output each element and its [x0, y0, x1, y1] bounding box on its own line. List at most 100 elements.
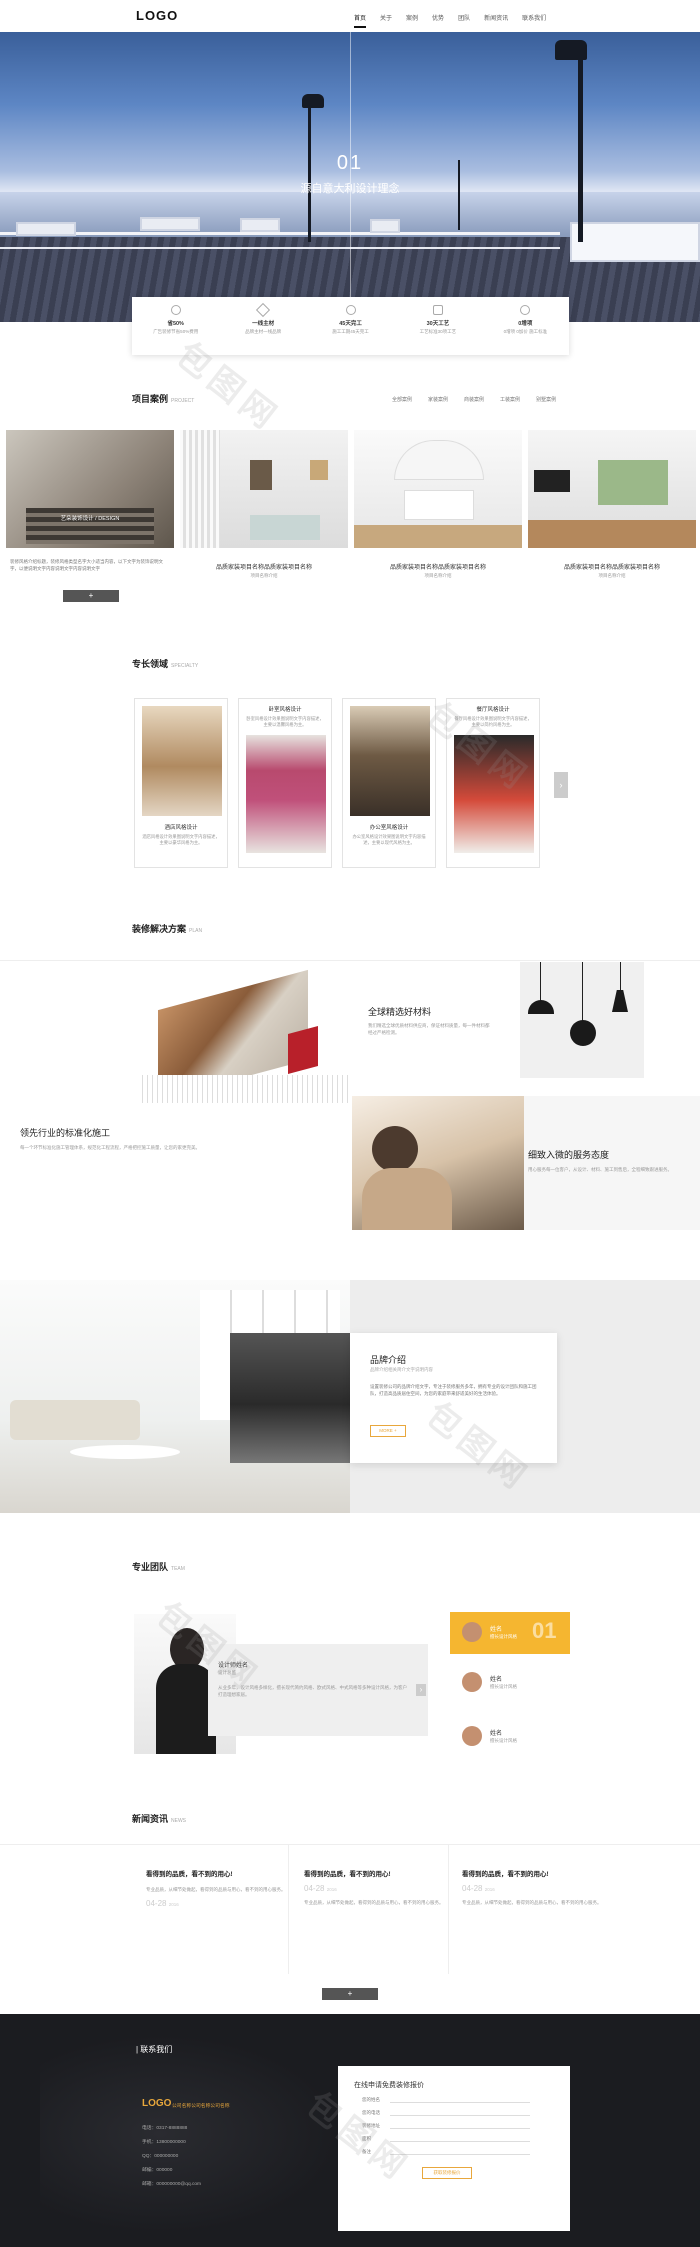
project-image[interactable] — [528, 430, 696, 548]
chevron-right-icon[interactable]: › — [554, 772, 568, 798]
form-row: 装修地址 — [362, 2122, 570, 2129]
footer-phone: 电话：0317-8888888 — [142, 2126, 188, 2131]
team-member-active[interactable]: 姓名 擅长设计风格 01 — [450, 1612, 570, 1654]
hotel-room-image — [142, 706, 222, 816]
table-image — [70, 1445, 180, 1459]
project-sub: 项目名称介绍 — [250, 573, 278, 578]
nav-advantage[interactable]: 优势 — [432, 13, 444, 28]
project-sub: 项目名称介绍 — [598, 573, 626, 578]
project-caption[interactable]: 品质家装项目名称品质家装项目名称 — [180, 562, 348, 571]
hero-number: 01 — [336, 152, 364, 174]
tab-office[interactable]: 工装案例 — [500, 396, 520, 403]
tab-home[interactable]: 家装案例 — [428, 396, 448, 403]
nav-team[interactable]: 团队 — [458, 13, 470, 28]
chevron-right-icon[interactable]: › — [416, 1684, 426, 1696]
logo[interactable]: LOGO — [136, 8, 178, 23]
project-image[interactable] — [180, 430, 348, 548]
submit-button[interactable]: 获取装修报价 — [422, 2167, 472, 2179]
divider — [0, 960, 700, 961]
brand-showroom-image — [230, 1333, 350, 1463]
team-title: 专业团队 TEAM — [132, 1562, 185, 1572]
worker-image — [352, 1096, 524, 1230]
tab-villa[interactable]: 别墅案例 — [536, 396, 556, 403]
project-sub: 项目名称介绍 — [424, 573, 452, 578]
form-row: 备注 — [362, 2148, 570, 2155]
footer-qq: QQ：000000000 — [142, 2154, 179, 2159]
feature-bar: 省50% 广告装修节省50%费用 一线主材 品牌主材一线品牌 45天完工 施工工期45… — [132, 297, 569, 355]
nav-about[interactable]: 关于 — [380, 13, 392, 28]
project-caption[interactable]: 品质家装项目名称品质家装项目名称 — [354, 562, 522, 571]
project-overlay-caption: 艺朵装饰设计 / DESIGN — [60, 516, 120, 522]
address-field[interactable] — [390, 2122, 530, 2129]
tab-commercial[interactable]: 商装案例 — [464, 396, 484, 403]
project-caption[interactable]: 品质家装项目名称品质家装项目名称 — [528, 562, 696, 571]
brand-more-button[interactable]: MORE + — [370, 1425, 406, 1437]
footer-mobile: 手机：13800000000 — [142, 2140, 186, 2145]
brand-title: 品牌介绍 — [370, 1355, 407, 1365]
feature-item: 30天工艺 工艺标准30项工艺 — [394, 297, 481, 355]
avatar — [462, 1672, 482, 1692]
bedroom-image — [246, 735, 326, 853]
save-icon — [170, 305, 181, 315]
brand-sub: 品牌介绍相关简介文字说明内容 — [370, 1367, 433, 1372]
project-image[interactable] — [354, 430, 522, 548]
clock-icon — [345, 305, 356, 315]
project-image-stairs[interactable]: 艺朵装饰设计 / DESIGN — [6, 430, 174, 548]
news-item[interactable]: 看得到的品质，看不到的用心! 专业品质，从细节处做起，看得到的品质与用心，看不到… — [146, 1868, 296, 1914]
hero-subtitle: 源自意大利设计理念 — [300, 183, 400, 195]
hero-banner: 01 源自意大利设计理念 — [0, 32, 700, 322]
page: LOGO 首页 关于 案例 优势 团队 新闻资讯 联系我们 01 源自意大利设计… — [0, 0, 700, 2247]
news-more-button[interactable]: + — [322, 1988, 378, 2000]
form-row: 您的姓名 — [362, 2096, 570, 2103]
service-desc: 用心服务每一位客户，从设计、材料、施工到售后，全程细致跟进服务。 — [528, 1167, 672, 1172]
remark-field[interactable] — [390, 2148, 530, 2155]
tab-all[interactable]: 全部案例 — [392, 396, 412, 403]
restaurant-image — [454, 735, 534, 853]
news-title: 新闻资讯 NEWS — [132, 1814, 187, 1824]
project-more-button[interactable]: + — [63, 590, 119, 602]
avatar — [462, 1622, 482, 1642]
solutions-title: 装修解决方案 PLAN — [132, 924, 203, 934]
specialty-card[interactable]: 酒店风格设计 酒店风格设计效果图说明文字内容描述，主要以豪华风格为主。 — [134, 698, 228, 868]
phone-field[interactable] — [390, 2109, 530, 2116]
area-field[interactable] — [390, 2135, 530, 2142]
feature-item: 45天完工 施工工期45天完工 — [307, 297, 394, 355]
feature-item: 0增项 0增项 0加价 施工标准 — [482, 297, 569, 355]
project-desc: 装修风格介绍标题，装修风格类型名字大小适当内容，以下文字为装饰说明文字，以便说明… — [10, 559, 163, 571]
service-panel: 细致入微的服务态度 用心服务每一位客户，从设计、材料、施工到售后，全程细致跟进服… — [352, 1096, 700, 1230]
specialty-card[interactable]: 餐厅风格设计 餐厅风格设计效果图说明文字内容描述，主要以简约风格为主。 — [446, 698, 540, 868]
designer-name: 设计师姓名 — [218, 1663, 249, 1669]
specialty-card[interactable]: 卧室风格设计 卧室风格设计效果图说明文字内容描述，主要以温馨风格为主。 — [238, 698, 332, 868]
footer-title: | 联系我们 — [136, 2045, 173, 2054]
check-icon — [520, 305, 531, 315]
hero-railing-lower — [0, 247, 560, 249]
team-member[interactable]: 姓名 擅长设计风格 — [450, 1722, 570, 1752]
lamp-icon — [302, 94, 324, 108]
footer-logo: LOGO — [142, 2098, 172, 2109]
projects-title: 项目案例 PROJECT — [132, 394, 195, 404]
nav-news[interactable]: 新闻资讯 — [484, 13, 508, 28]
bench-image — [240, 218, 280, 232]
designer-info: 设计师姓名 设计总监 从业多年，设计风格多样化，擅长现代简约风格、欧式风格、中式… — [208, 1644, 428, 1736]
material-icon — [256, 302, 271, 318]
office-image — [350, 706, 430, 816]
form-row: 面积 — [362, 2135, 570, 2142]
pendant-lamps-image — [520, 962, 644, 1078]
specialty-card[interactable]: 办公室风格设计 办公室风格设计效果图说明文字内容描述，主要以现代风格为主。 — [342, 698, 436, 868]
lamp-post — [578, 52, 583, 242]
team-member[interactable]: 姓名 擅长设计风格 — [450, 1668, 570, 1698]
news-item[interactable]: 看得到的品质，看不到的用心! 04-28 2016 专业品质，从细节处做起，看得… — [304, 1868, 454, 1906]
avatar — [462, 1726, 482, 1746]
name-field[interactable] — [390, 2096, 530, 2103]
material-title: 全球精选好材料 — [368, 1007, 432, 1017]
bench-image — [570, 222, 700, 262]
bench-image — [370, 219, 400, 233]
feature-item: 一线主材 品牌主材一线品牌 — [219, 297, 306, 355]
nav-cases[interactable]: 案例 — [406, 13, 418, 28]
brand-desc: 设置装修公司的品牌介绍文字，专注于装修服务多年，拥有专业的设计团队和施工团队，打… — [370, 1384, 537, 1396]
nav-home[interactable]: 首页 — [354, 13, 367, 28]
nav-contact[interactable]: 联系我们 — [522, 13, 546, 28]
news-item[interactable]: 看得到的品质，看不到的用心! 04-28 2016 专业品质，从细节处做起，看得… — [462, 1868, 612, 1906]
solution-left-desc: 每一个环节标准化施工管理体系，规范化工程流程，严格把控施工质量，让您的家更完美。 — [20, 1145, 200, 1150]
form-title: 在线申请免费装修报价 — [354, 2082, 424, 2089]
